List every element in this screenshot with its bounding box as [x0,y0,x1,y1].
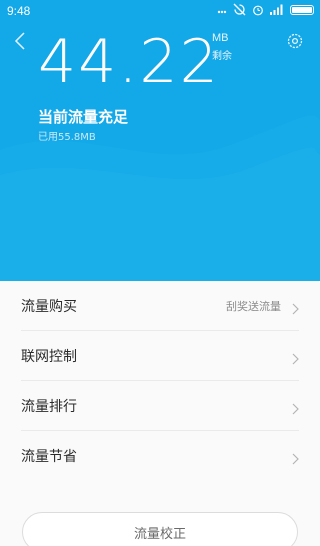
data-unit: MB [212,32,229,44]
chevron-right-icon [292,400,299,415]
status-time: 9:48 [7,4,31,18]
menu-item-data-ranking[interactable]: 流量排行 [21,381,299,431]
chevron-right-icon [292,300,299,315]
status-bar: 9:48 [0,0,320,22]
promo-text: 刮奖送流量 [226,299,281,313]
silent-icon [217,5,227,15]
gear-icon[interactable] [284,30,306,52]
menu-item-label: 流量排行 [21,398,77,415]
menu-item-label: 流量节省 [21,449,77,465]
menu-list: 流量购买 刮奖送流量 联网控制 流量排行 流量节省 [0,281,320,481]
menu-item-buy-data[interactable]: 流量购买 刮奖送流量 [21,281,299,331]
menu-item-label: 联网控制 [21,348,77,365]
usage-status-title: 当前流量充足 [38,108,129,126]
menu-item-data-saving[interactable]: 流量节省 [21,431,299,481]
remaining-label: 剩余 [212,51,232,62]
sync-off-icon [233,3,246,16]
chevron-right-icon [292,350,299,365]
chevron-right-icon [292,450,299,465]
alarm-icon [252,4,264,16]
menu-item-label: 流量购买 [21,298,77,315]
status-icons [217,3,314,16]
used-data-text: 已用55.8MB [38,132,96,143]
signal-icon [270,4,284,15]
menu-item-network-control[interactable]: 联网控制 [21,331,299,381]
battery-icon [290,4,314,15]
back-chevron-icon[interactable] [12,30,30,52]
remaining-data-value: 44.22 [38,27,220,97]
usage-header: 9:48 44.22 MB 剩余 当前流量充足 已用55.8MB [0,0,320,281]
calibrate-button[interactable]: 流量校正 [22,512,298,546]
